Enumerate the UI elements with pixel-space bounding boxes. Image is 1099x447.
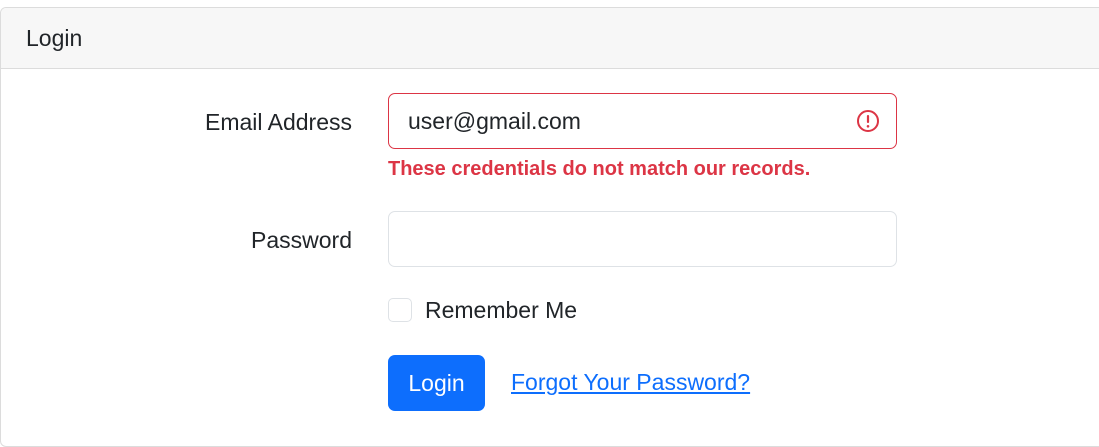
password-field[interactable] <box>388 211 897 267</box>
email-label: Email Address <box>204 109 352 135</box>
remember-me-checkbox[interactable] <box>388 298 412 322</box>
email-field[interactable]: user@gmail.com <box>388 93 897 149</box>
remember-me-label[interactable]: Remember Me <box>425 297 577 324</box>
login-button[interactable]: Login <box>388 355 485 411</box>
email-error-message: These credentials do not match our recor… <box>388 158 811 180</box>
exclamation-circle-icon <box>857 110 879 132</box>
card-title: Login <box>26 24 83 51</box>
card-header: Login <box>1 8 1099 69</box>
password-label: Password <box>251 227 352 253</box>
email-value: user@gmail.com <box>408 107 581 134</box>
forgot-password-link[interactable]: Forgot Your Password? <box>511 369 750 396</box>
